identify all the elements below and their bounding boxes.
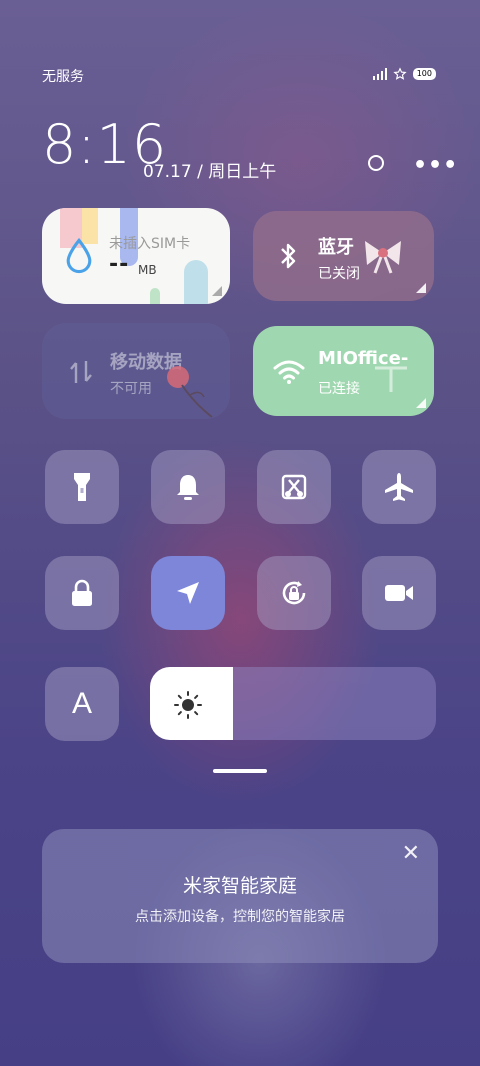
more-icon[interactable]: ••• <box>413 153 458 178</box>
decor-stripe <box>184 260 208 304</box>
close-icon[interactable]: ✕ <box>402 841 420 866</box>
edit-circle-icon[interactable] <box>368 155 384 171</box>
flashlight-toggle[interactable] <box>45 450 119 524</box>
panel-handle[interactable] <box>213 769 267 773</box>
rotation-lock-toggle[interactable] <box>257 556 331 630</box>
mijia-subtitle: 点击添加设备，控制您的智能家居 <box>135 909 345 925</box>
airplane-icon <box>385 473 413 501</box>
wifi-icon <box>273 360 305 384</box>
bluetooth-icon <box>281 243 296 269</box>
airplane-toggle[interactable] <box>362 450 436 524</box>
video-camera-icon <box>385 585 413 601</box>
cross-decoration-icon <box>375 366 407 392</box>
expand-corner-icon <box>416 398 426 408</box>
data-arrows-icon <box>70 361 92 383</box>
data-unit: MB <box>138 263 157 277</box>
screenshot-icon <box>281 474 307 500</box>
bluetooth-tile[interactable]: 蓝牙 已关闭 <box>253 211 434 301</box>
mobile-data-status: 不可用 <box>110 381 152 397</box>
location-toggle[interactable] <box>151 556 225 630</box>
rotation-lock-icon <box>282 581 306 605</box>
auto-brightness-toggle[interactable]: A <box>45 667 119 741</box>
bluetooth-title: 蓝牙 <box>318 237 354 258</box>
mobile-data-tile[interactable]: 移动数据 不可用 <box>42 323 230 419</box>
carrier-status: 无服务 <box>42 69 84 85</box>
lock-icon <box>72 579 92 606</box>
screen-record-toggle[interactable] <box>362 556 436 630</box>
rose-decoration-icon <box>167 366 213 418</box>
brightness-slider[interactable] <box>150 667 436 740</box>
lock-screen-toggle[interactable] <box>45 556 119 630</box>
wifi-tile[interactable]: MIOffice- 已连接 <box>253 326 434 416</box>
wifi-status: 已连接 <box>318 381 360 397</box>
decor-stripe <box>150 288 160 304</box>
water-drop-icon <box>66 238 92 274</box>
battery-indicator: 100 <box>412 68 436 80</box>
location-icon <box>177 582 199 604</box>
mijia-title: 米家智能家庭 <box>182 875 297 897</box>
sun-icon <box>174 691 202 719</box>
auto-brightness-label: A <box>71 687 92 720</box>
mijia-card[interactable]: ✕ 米家智能家庭 点击添加设备，控制您的智能家居 <box>42 829 438 963</box>
signal-icon <box>372 68 387 80</box>
flashlight-icon <box>74 473 90 501</box>
bow-decoration-icon <box>365 241 401 274</box>
bell-icon <box>177 475 199 500</box>
star-icon <box>393 67 407 80</box>
screenshot-toggle[interactable] <box>257 450 331 524</box>
status-icons: 100 <box>372 67 436 81</box>
data-usage-tile[interactable]: 未插入SIM卡 -- MB <box>42 208 230 304</box>
data-value: -- <box>109 252 130 277</box>
sim-status-label: 未插入SIM卡 <box>109 236 191 252</box>
expand-corner-icon <box>416 283 426 293</box>
ring-toggle[interactable] <box>151 450 225 524</box>
bluetooth-status: 已关闭 <box>318 266 360 282</box>
clock-date: 07.17 / 周日上午 <box>143 162 277 182</box>
expand-corner-icon <box>212 286 222 296</box>
